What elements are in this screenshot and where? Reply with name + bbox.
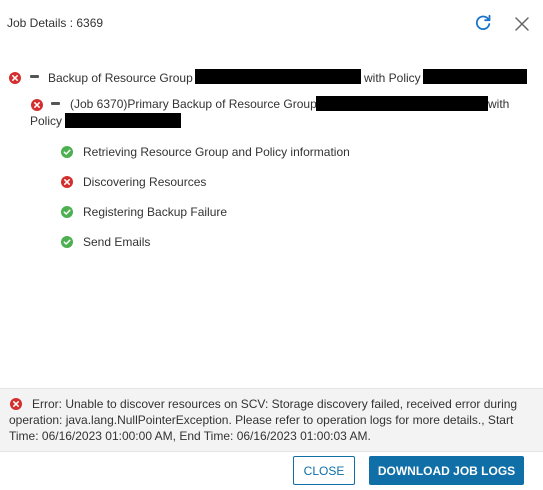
child-job-policy-label: Policy [30,114,63,128]
step-label: Send Emails [83,235,151,249]
close-button[interactable]: CLOSE [293,456,355,485]
success-status-icon [61,146,73,158]
child-job-with-label: with [488,97,510,111]
refresh-icon[interactable] [474,14,492,32]
error-status-icon [61,176,73,188]
child-job-label: (Job 6370)Primary Backup of Resource Gro… [70,97,317,111]
redacted-policy [423,69,527,84]
collapse-toggle-icon[interactable] [30,75,39,78]
redacted-resource-group [316,96,488,111]
parent-job-policy-label: with Policy [364,71,421,85]
step-label: Retrieving Resource Group and Policy inf… [83,145,350,159]
success-status-icon [61,236,73,248]
dialog-header: Job Details : 6369 [0,0,543,46]
close-icon[interactable] [513,15,531,33]
error-status-icon [31,99,43,111]
error-status-icon [9,72,21,84]
step-label: Discovering Resources [83,175,207,189]
download-job-logs-button[interactable]: DOWNLOAD JOB LOGS [369,456,524,485]
collapse-toggle-icon[interactable] [51,102,60,105]
parent-job-label: Backup of Resource Group [48,71,193,85]
redacted-resource-group [195,69,361,84]
success-status-icon [61,206,73,218]
step-label: Registering Backup Failure [83,205,228,219]
error-message-panel: Error: Unable to discover resources on S… [0,388,543,452]
error-message-text: Error: Unable to discover resources on S… [9,397,518,443]
redacted-policy [65,113,181,128]
dialog-title: Job Details : 6369 [7,16,104,30]
